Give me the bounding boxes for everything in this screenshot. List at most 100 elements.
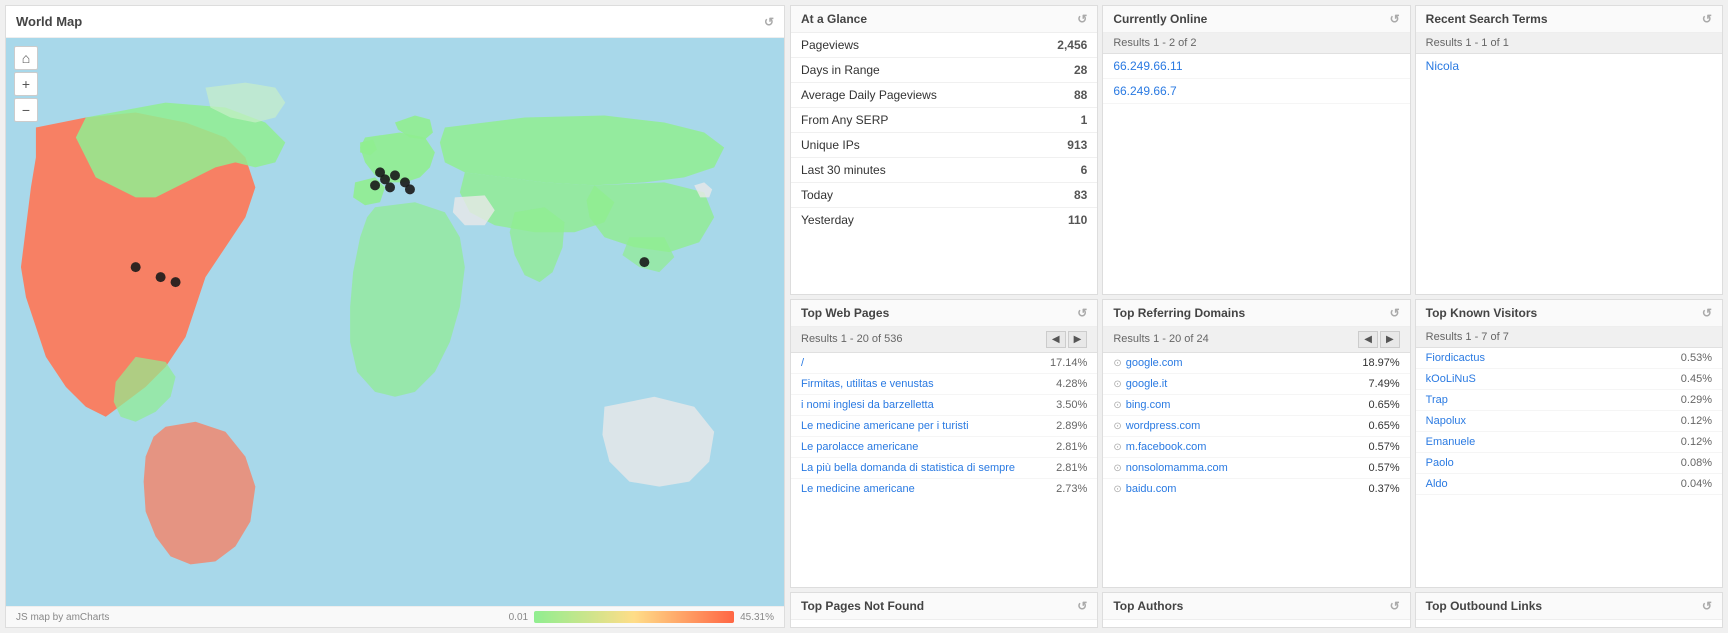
domain-link[interactable]: wordpress.com — [1126, 420, 1201, 432]
stat-label: From Any SERP — [801, 113, 888, 127]
recent-search-terms-header: Recent Search Terms ↺ — [1416, 6, 1722, 33]
map-controls: ⌂ + − — [14, 46, 38, 122]
recent-search-refresh[interactable]: ↺ — [1702, 12, 1712, 26]
stat-value: 83 — [1074, 188, 1087, 202]
legend-min: 0.01 — [509, 612, 528, 623]
domain-link[interactable]: m.facebook.com — [1126, 441, 1207, 453]
stat-label: Days in Range — [801, 63, 880, 77]
page-link[interactable]: Firmitas, utilitas e venustas — [801, 378, 934, 390]
domain-link[interactable]: nonsolomamma.com — [1126, 462, 1228, 474]
page-row: i nomi inglesi da barzelletta 3.50% — [791, 395, 1097, 416]
visitor-row: kOoLiNuS 0.45% — [1416, 369, 1722, 390]
top-referring-domains-refresh[interactable]: ↺ — [1390, 306, 1400, 320]
legend-max: 45.31% — [740, 612, 774, 623]
page-row: La più bella domanda di statistica di se… — [791, 458, 1097, 479]
page-link[interactable]: Le medicine americane per i turisti — [801, 420, 969, 432]
domain-row: ⊙m.facebook.com0.57% — [1103, 437, 1409, 458]
domain-row: ⊙nonsolomamma.com0.57% — [1103, 458, 1409, 479]
domain-link[interactable]: google.it — [1126, 378, 1168, 390]
domain-link[interactable]: google.com — [1126, 357, 1183, 369]
domain-icon: ⊙ — [1113, 442, 1121, 453]
right-panel: At a Glance ↺ Pageviews 2,456 Days in Rang… — [790, 0, 1728, 633]
top-referring-domains-widget: Top Referring Domains ↺ Results 1 - 20 o… — [1102, 299, 1410, 589]
top-web-pages-nav: ◀ ▶ — [1046, 331, 1087, 348]
middle-row: Top Web Pages ↺ Results 1 - 20 of 536 ◀ … — [790, 299, 1723, 589]
stat-value: 1 — [1081, 113, 1088, 127]
map-refresh-icon[interactable]: ↺ — [764, 15, 774, 29]
currently-online-refresh[interactable]: ↺ — [1390, 12, 1400, 26]
domain-link[interactable]: baidu.com — [1126, 483, 1177, 495]
top-referring-next[interactable]: ▶ — [1380, 331, 1400, 348]
stat-label: Yesterday — [801, 213, 854, 227]
visitor-link[interactable]: Napolux — [1426, 415, 1466, 427]
legend-bar — [534, 611, 734, 623]
ip-link[interactable]: 66.249.66.11 — [1103, 54, 1409, 79]
stat-row: Days in Range28 — [791, 58, 1097, 83]
map-footer: JS map by amCharts 0.01 45.31% — [6, 606, 784, 627]
map-attribution: JS map by amCharts — [16, 612, 109, 623]
stat-value: 110 — [1068, 213, 1087, 227]
search-term-link[interactable]: Nicola — [1416, 54, 1722, 78]
stat-row: Pageviews 2,456 — [791, 33, 1097, 58]
top-web-pages-next[interactable]: ▶ — [1068, 331, 1088, 348]
visitor-link[interactable]: Emanuele — [1426, 436, 1476, 448]
currently-online-subheader: Results 1 - 2 of 2 — [1103, 33, 1409, 54]
page-link[interactable]: i nomi inglesi da barzelletta — [801, 399, 934, 411]
top-web-pages-widget: Top Web Pages ↺ Results 1 - 20 of 536 ◀ … — [790, 299, 1098, 589]
domain-row: ⊙wordpress.com0.65% — [1103, 416, 1409, 437]
domain-link[interactable]: bing.com — [1126, 399, 1171, 411]
page-row: Le medicine americane 2.73% — [791, 479, 1097, 499]
visitor-row: Aldo0.04% — [1416, 474, 1722, 495]
top-known-visitors-widget: Top Known Visitors ↺ Results 1 - 7 of 7 … — [1415, 299, 1723, 589]
stat-value: 913 — [1067, 138, 1087, 152]
visitor-row: Paolo0.08% — [1416, 453, 1722, 474]
page-pct: 3.50% — [1056, 399, 1087, 411]
ip-link[interactable]: 66.249.66.7 — [1103, 79, 1409, 104]
at-a-glance-title: At a Glance — [801, 12, 867, 26]
map-title: World Map — [16, 14, 82, 29]
domain-pct: 18.97% — [1362, 357, 1399, 369]
page-link[interactable]: Le parolacce americane — [801, 441, 918, 453]
currently-online-widget: Currently Online ↺ Results 1 - 2 of 2 66… — [1102, 5, 1410, 295]
stat-label: Pageviews — [801, 38, 859, 52]
page-link[interactable]: La più bella domanda di statistica di se… — [801, 462, 1015, 474]
domain-row: ⊙baidu.com0.37% — [1103, 479, 1409, 499]
visitor-row: Trap0.29% — [1416, 390, 1722, 411]
stat-label: Average Daily Pageviews — [801, 88, 937, 102]
at-a-glance-body: Pageviews2,456Days in Range28Average Dai… — [791, 33, 1097, 294]
currently-online-title: Currently Online — [1113, 12, 1207, 26]
stat-row: Average Daily Pageviews88 — [791, 83, 1097, 108]
stat-label: Last 30 minutes — [801, 163, 886, 177]
stat-row: Last 30 minutes6 — [791, 158, 1097, 183]
domain-icon: ⊙ — [1113, 358, 1121, 369]
map-home-button[interactable]: ⌂ — [14, 46, 38, 70]
top-known-visitors-title: Top Known Visitors — [1426, 306, 1538, 320]
visitor-link[interactable]: kOoLiNuS — [1426, 373, 1476, 385]
top-authors-refresh[interactable]: ↺ — [1390, 599, 1400, 613]
visitor-link[interactable]: Fiordicactus — [1426, 352, 1485, 364]
map-zoom-out-button[interactable]: − — [14, 98, 38, 122]
stat-value: 2,456 — [1057, 38, 1087, 52]
top-known-visitors-body: Fiordicactus0.53%kOoLiNuS0.45%Trap0.29%N… — [1416, 348, 1722, 588]
page-pct: 2.73% — [1056, 483, 1087, 495]
at-a-glance-refresh[interactable]: ↺ — [1077, 12, 1087, 26]
page-pct: 4.28% — [1056, 378, 1087, 390]
page-link[interactable]: / — [801, 357, 804, 369]
visitor-link[interactable]: Trap — [1426, 394, 1448, 406]
top-web-pages-refresh[interactable]: ↺ — [1077, 306, 1087, 320]
top-known-visitors-refresh[interactable]: ↺ — [1702, 306, 1712, 320]
visitor-pct: 0.45% — [1681, 373, 1712, 385]
top-outbound-links-refresh[interactable]: ↺ — [1702, 599, 1712, 613]
map-zoom-in-button[interactable]: + — [14, 72, 38, 96]
top-referring-domains-title: Top Referring Domains — [1113, 306, 1245, 320]
top-referring-prev[interactable]: ◀ — [1358, 331, 1378, 348]
page-link[interactable]: Le medicine americane — [801, 483, 915, 495]
page-row: Le parolacce americane2.81% — [791, 437, 1097, 458]
visitor-link[interactable]: Paolo — [1426, 457, 1454, 469]
map-title-bar: World Map ↺ — [6, 6, 784, 38]
domain-icon: ⊙ — [1113, 463, 1121, 474]
visitor-link[interactable]: Aldo — [1426, 478, 1448, 490]
top-web-pages-prev[interactable]: ◀ — [1046, 331, 1066, 348]
top-pages-not-found-refresh[interactable]: ↺ — [1077, 599, 1087, 613]
map-legend: 0.01 45.31% — [509, 611, 774, 623]
